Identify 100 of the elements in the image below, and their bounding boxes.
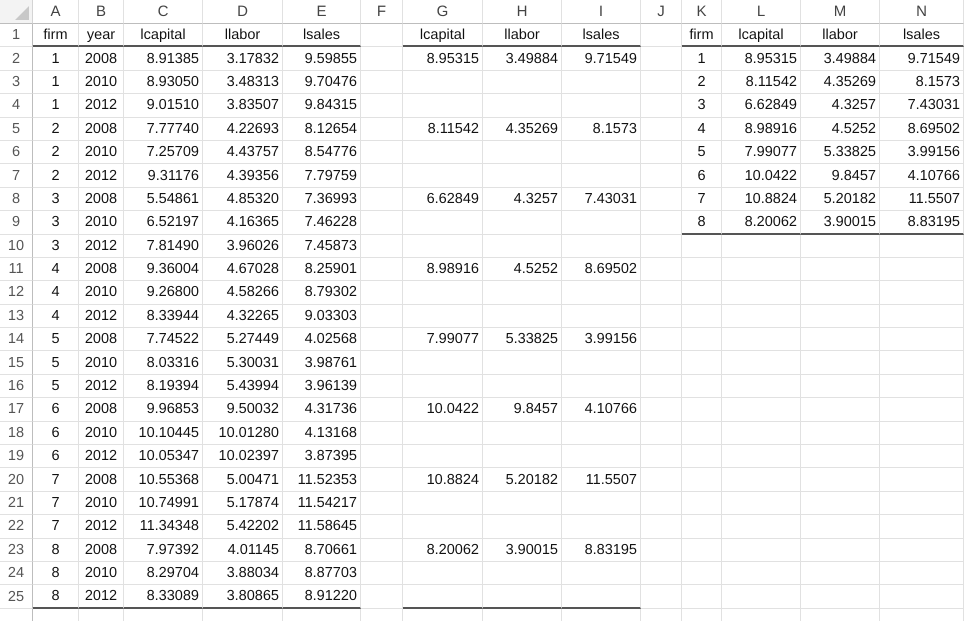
empty-cell bbox=[361, 164, 403, 188]
table-cell: 3.80865 bbox=[203, 585, 283, 609]
table-cell: 2 bbox=[33, 118, 79, 141]
table-cell: 4.16365 bbox=[203, 211, 283, 235]
row-header[interactable]: 13 bbox=[0, 304, 33, 328]
table-cell: 5 bbox=[682, 140, 722, 164]
table-cell: 9.8457 bbox=[483, 398, 562, 422]
row-header[interactable]: 9 bbox=[0, 211, 33, 235]
table-cell: 1 bbox=[33, 70, 79, 94]
table-cell: 9.01510 bbox=[124, 94, 203, 118]
row-header[interactable]: 7 bbox=[0, 164, 33, 188]
empty-cell bbox=[682, 492, 722, 516]
column-header[interactable]: G bbox=[403, 0, 483, 24]
table-cell: 3.17832 bbox=[203, 47, 283, 71]
row-header[interactable]: 22 bbox=[0, 515, 33, 539]
table-cell: 8.20062 bbox=[403, 538, 483, 562]
table-cell: 7 bbox=[33, 492, 79, 516]
column-header[interactable]: L bbox=[722, 0, 801, 24]
row-header[interactable]: 6 bbox=[0, 140, 33, 164]
column-header[interactable]: N bbox=[880, 0, 964, 24]
row-header[interactable]: 18 bbox=[0, 422, 33, 446]
row-header[interactable]: 10 bbox=[0, 234, 33, 258]
empty-cell bbox=[361, 234, 403, 258]
table-cell: 3.96026 bbox=[203, 234, 283, 258]
row-header[interactable]: 15 bbox=[0, 351, 33, 375]
table-cell: 7.43031 bbox=[562, 188, 641, 212]
column-header[interactable]: F bbox=[361, 0, 403, 24]
row-header[interactable]: 2 bbox=[0, 47, 33, 71]
table-cell: 7 bbox=[682, 188, 722, 212]
table-cell: firm bbox=[682, 24, 722, 48]
empty-cell bbox=[361, 70, 403, 94]
column-header[interactable]: D bbox=[203, 0, 283, 24]
table-cell: 10.74991 bbox=[124, 492, 203, 516]
empty-cell bbox=[361, 562, 403, 586]
row-header[interactable]: 25 bbox=[0, 585, 33, 609]
row-header[interactable]: 14 bbox=[0, 328, 33, 352]
table-cell: 6 bbox=[33, 398, 79, 422]
table-cell: 8.98916 bbox=[722, 118, 801, 141]
row-header[interactable]: 11 bbox=[0, 258, 33, 282]
empty-cell bbox=[361, 351, 403, 375]
table-cell: 9.31176 bbox=[124, 164, 203, 188]
column-header[interactable]: C bbox=[124, 0, 203, 24]
row-header[interactable]: 17 bbox=[0, 398, 33, 422]
table-cell: 5.33825 bbox=[483, 328, 562, 352]
empty-cell bbox=[361, 585, 403, 609]
row-header[interactable]: 19 bbox=[0, 445, 33, 468]
table-cell: 7.79759 bbox=[283, 164, 361, 188]
column-header[interactable]: I bbox=[562, 0, 641, 24]
empty-cell bbox=[361, 538, 403, 562]
row-header[interactable]: 3 bbox=[0, 70, 33, 94]
table-cell: 2012 bbox=[79, 445, 124, 468]
table-cell: 5.33825 bbox=[801, 140, 880, 164]
column-header[interactable]: J bbox=[641, 0, 682, 24]
table-cell: 8.1573 bbox=[562, 118, 641, 141]
table-cell: 9.59855 bbox=[283, 47, 361, 71]
table-cell: 4.02568 bbox=[283, 328, 361, 352]
table-cell: 2012 bbox=[79, 585, 124, 609]
column-header[interactable]: E bbox=[283, 0, 361, 24]
table-cell: 4.22693 bbox=[203, 118, 283, 141]
column-header[interactable]: M bbox=[801, 0, 880, 24]
table-cell: 7 bbox=[33, 468, 79, 492]
column-header[interactable]: K bbox=[682, 0, 722, 24]
table-cell: 3 bbox=[682, 94, 722, 118]
table-cell: 10.01280 bbox=[203, 422, 283, 446]
table-cell: 2012 bbox=[79, 304, 124, 328]
row-header[interactable]: 21 bbox=[0, 492, 33, 516]
row-header[interactable]: 1 bbox=[0, 24, 33, 48]
row-header[interactable]: 8 bbox=[0, 188, 33, 212]
row-header[interactable]: 12 bbox=[0, 281, 33, 305]
empty-cell bbox=[641, 304, 682, 328]
table-cell: 7.46228 bbox=[283, 211, 361, 235]
table-cell: 2010 bbox=[79, 70, 124, 94]
table-cell: 10.02397 bbox=[203, 445, 283, 468]
column-header[interactable]: H bbox=[483, 0, 562, 24]
table-cell: 4.10766 bbox=[880, 164, 964, 188]
table-cell: 8.25901 bbox=[283, 258, 361, 282]
row-header[interactable]: 20 bbox=[0, 468, 33, 492]
row-header[interactable]: 23 bbox=[0, 538, 33, 562]
table-cell: 5 bbox=[33, 328, 79, 352]
row-header[interactable]: 24 bbox=[0, 562, 33, 586]
empty-cell bbox=[361, 211, 403, 235]
empty-cell bbox=[361, 47, 403, 71]
table-cell: 7.99077 bbox=[722, 140, 801, 164]
empty-cell bbox=[361, 304, 403, 328]
column-header[interactable]: B bbox=[79, 0, 124, 24]
table-cell: 7.36993 bbox=[283, 188, 361, 212]
table-cell: 4.35269 bbox=[483, 118, 562, 141]
table-cell: 3.90015 bbox=[801, 211, 880, 235]
empty-cell bbox=[682, 562, 722, 586]
row-header[interactable]: 4 bbox=[0, 94, 33, 118]
row-header[interactable]: 5 bbox=[0, 118, 33, 141]
table-cell: 6.62849 bbox=[722, 94, 801, 118]
table-cell: 8.11542 bbox=[722, 70, 801, 94]
empty-cell bbox=[361, 468, 403, 492]
select-all-icon[interactable] bbox=[15, 6, 29, 20]
column-header[interactable]: A bbox=[33, 0, 79, 24]
table-cell: 2010 bbox=[79, 422, 124, 446]
table-cell: 4.5252 bbox=[483, 258, 562, 282]
row-header[interactable]: 16 bbox=[0, 374, 33, 398]
table-cell: 8.95315 bbox=[403, 47, 483, 71]
